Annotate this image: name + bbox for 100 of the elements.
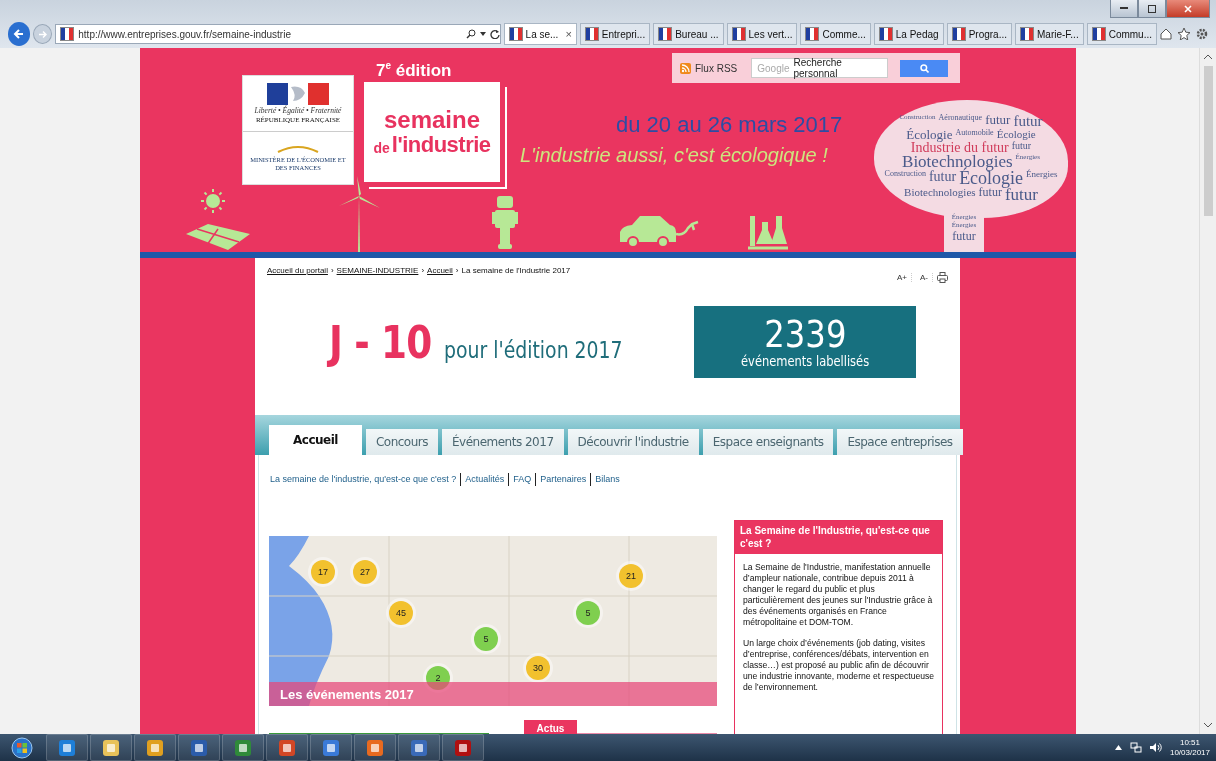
browser-tab[interactable]: Les vert...: [726, 23, 798, 45]
event-cluster-marker[interactable]: 5: [576, 601, 600, 625]
scroll-down-icon[interactable]: [1204, 722, 1212, 728]
browser-tab[interactable]: Bureau ...: [653, 23, 724, 45]
countdown-value: J - 10: [329, 316, 432, 368]
search-button[interactable]: [900, 59, 949, 77]
section-link[interactable]: La semaine de l'industrie, qu'est-ce que c'est ?: [270, 473, 461, 486]
section-link[interactable]: Partenaires: [535, 473, 591, 486]
news-tab[interactable]: Actus: [524, 720, 577, 734]
browser-tab[interactable]: Commu...: [1086, 23, 1157, 45]
badge-title: semaine: [383, 108, 481, 132]
edition-number: 7$^{e}$ édition: [376, 60, 452, 81]
browser-tab[interactable]: La se... ×: [503, 23, 577, 45]
nav-tab[interactable]: Événements 2017: [442, 429, 564, 455]
print-icon[interactable]: [937, 272, 948, 283]
document-taskbar-button[interactable]: [398, 734, 440, 761]
breadcrumb-link[interactable]: Accueil du portail: [267, 266, 328, 283]
rss-icon: [680, 62, 691, 74]
folder-taskbar-button[interactable]: [90, 734, 132, 761]
increase-text-button[interactable]: A+: [893, 273, 912, 282]
page-icon: [731, 27, 746, 41]
address-bar[interactable]: http://www.entreprises.gouv.fr/semaine-industrie: [55, 24, 501, 44]
breadcrumb-current: La semaine de l'Industrie 2017: [461, 266, 571, 277]
nav-tab[interactable]: Découvrir l'industrie: [567, 429, 699, 455]
breadcrumb-separator: ›: [421, 266, 425, 277]
star-icon[interactable]: [1178, 28, 1190, 40]
section-link[interactable]: Bilans: [590, 473, 624, 486]
dropdown-icon[interactable]: [479, 32, 486, 36]
clock[interactable]: 10:51 10/03/2017: [1169, 738, 1210, 757]
event-cluster-marker[interactable]: 17: [311, 560, 335, 584]
map-caption: Les événements 2017: [269, 682, 717, 706]
settings-icon[interactable]: [1196, 28, 1208, 40]
refresh-icon[interactable]: [489, 29, 500, 39]
mail-taskbar-button[interactable]: [134, 734, 176, 761]
event-cluster-marker[interactable]: 27: [353, 560, 377, 584]
url-text: http://www.entreprises.gouv.fr/semaine-industrie: [78, 28, 291, 40]
slides-taskbar-button[interactable]: [266, 734, 308, 761]
info-paragraph: La Semaine de l'Industrie, manifestation annuelle d’ampleur nationale, contribue depuis 2011 à changer le regard du public et plus particulièrement des jeunes sur l'Industrie grâce à des événements organisés en France métropolitaine et DOM-TOM.: [743, 562, 934, 628]
event-dates: du 20 au 26 mars 2017: [616, 112, 843, 138]
breadcrumb-link[interactable]: SEMAINE-INDUSTRIE: [336, 266, 419, 283]
counter-value: 2339: [763, 315, 847, 353]
browser-taskbar-button[interactable]: [354, 734, 396, 761]
back-button[interactable]: [8, 22, 31, 46]
browser-tab[interactable]: La Pedag: [873, 23, 944, 45]
scroll-up-icon[interactable]: [1204, 54, 1212, 60]
section-link[interactable]: FAQ: [508, 473, 536, 486]
nav-tab[interactable]: Espace enseignants: [702, 429, 834, 455]
ie-taskbar-button[interactable]: [46, 734, 88, 761]
browser-tab[interactable]: Entrepri...: [579, 23, 651, 45]
info-title: La Semaine de l'Industrie, qu'est-ce que c'est ?: [735, 521, 942, 554]
badge-prefix: de: [373, 140, 390, 156]
search-icon[interactable]: [465, 29, 476, 39]
home-icon[interactable]: [1160, 28, 1172, 40]
browser-tab[interactable]: Marie-F...: [1015, 23, 1084, 45]
browser-tab[interactable]: Progra...: [946, 23, 1012, 45]
spreadsheet-taskbar-button[interactable]: [222, 734, 264, 761]
event-cluster-marker[interactable]: 21: [619, 564, 643, 588]
minimize-button[interactable]: [1110, 0, 1138, 18]
windows-logo-icon: [11, 736, 33, 759]
event-map[interactable]: 17 27 21 45 5 5 30 2 Les événements 2017: [269, 536, 717, 706]
event-cluster-marker[interactable]: 30: [526, 656, 550, 680]
nav-tab[interactable]: Concours: [365, 429, 438, 455]
page-icon: [1091, 27, 1106, 41]
flag-icon: [60, 27, 75, 41]
close-tab-button[interactable]: ×: [565, 28, 572, 40]
browser-tab[interactable]: Comme...: [800, 23, 871, 45]
chat-taskbar-button[interactable]: [310, 734, 352, 761]
word-taskbar-button[interactable]: [178, 734, 220, 761]
back-arrow-icon: [13, 28, 26, 40]
page-icon: [951, 27, 966, 41]
scrollbar[interactable]: [1199, 48, 1216, 734]
section-link[interactable]: Actualités: [460, 473, 509, 486]
forward-arrow-icon: [38, 29, 48, 39]
show-hidden-icons-icon[interactable]: [1114, 745, 1122, 750]
page-icon: [508, 27, 523, 41]
minimize-icon: [1120, 7, 1128, 10]
event-cluster-marker[interactable]: 5: [474, 627, 498, 651]
countdown-caption: pour l'édition 2017: [443, 336, 623, 363]
event-cluster-marker[interactable]: 45: [389, 601, 413, 625]
rss-link[interactable]: Flux RSS: [680, 62, 738, 74]
nav-tab[interactable]: Espace entreprises: [837, 429, 963, 455]
volume-icon[interactable]: [1149, 742, 1162, 753]
maximize-button[interactable]: [1138, 0, 1166, 18]
search-icon: [919, 63, 929, 73]
decrease-text-button[interactable]: A-: [916, 273, 933, 282]
slogan: L'industrie aussi, c'est écologique !: [520, 144, 828, 167]
solar-panel-icon: [186, 224, 252, 250]
network-icon[interactable]: [1129, 742, 1142, 753]
page-icon: [584, 27, 599, 41]
pdf-taskbar-button[interactable]: [442, 734, 484, 761]
scroll-thumb[interactable]: [1203, 66, 1213, 216]
page-icon: [805, 27, 820, 41]
arc-icon: [276, 144, 320, 153]
breadcrumb-link[interactable]: Accueil: [427, 266, 453, 283]
maximize-icon: [1148, 4, 1156, 13]
close-icon: [1184, 4, 1192, 13]
page-icon: [878, 27, 893, 41]
marianne-flag-icon: [267, 83, 329, 105]
breadcrumb-separator: ›: [330, 266, 334, 277]
nav-tab[interactable]: Accueil: [269, 425, 362, 455]
